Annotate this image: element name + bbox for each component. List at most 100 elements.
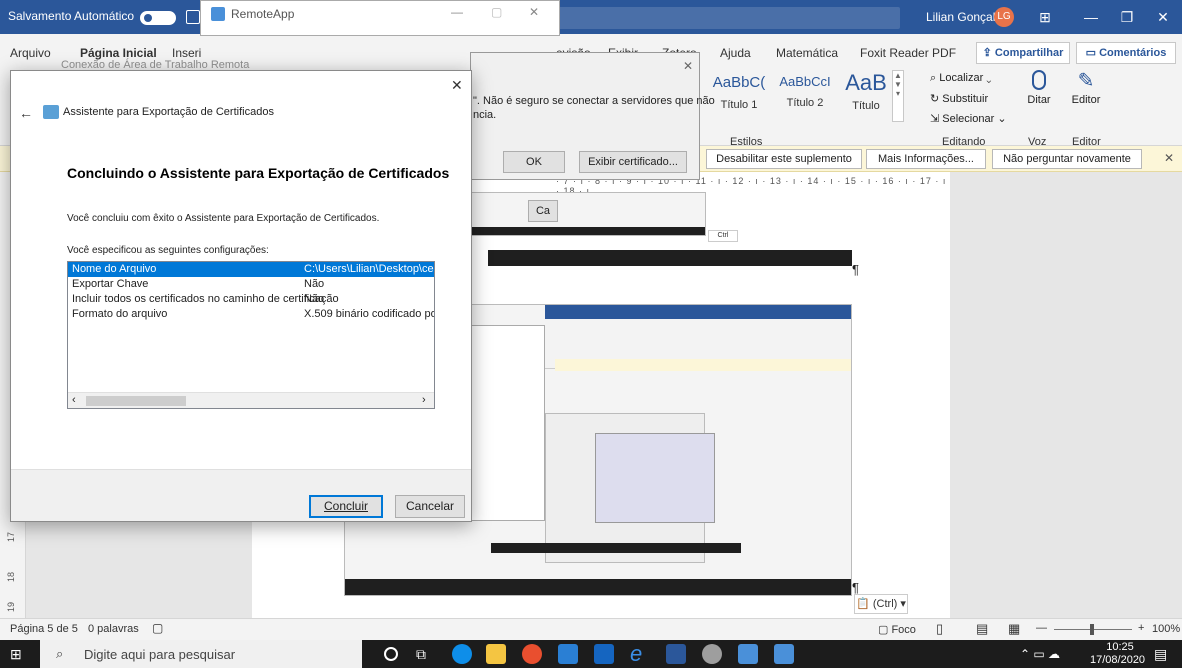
zoom-in-icon[interactable]: + xyxy=(1138,622,1144,634)
remote-desktop-icon[interactable] xyxy=(738,644,758,664)
disable-addin-button[interactable]: Desabilitar este suplemento xyxy=(706,149,862,169)
save-icon[interactable] xyxy=(186,10,200,24)
remoteapp-icon xyxy=(211,7,225,21)
finish-button[interactable]: Concluir xyxy=(309,495,383,518)
remote-app-icon[interactable] xyxy=(774,644,794,664)
remoteapp-maximize-icon[interactable]: ▢ xyxy=(491,5,502,19)
select-button[interactable]: ⇲ Selecionar ⌄ xyxy=(930,112,1007,125)
restore-icon[interactable]: ❐ xyxy=(1116,6,1138,28)
ruler-number: 18 xyxy=(6,571,17,583)
autosave-toggle[interactable] xyxy=(140,11,176,25)
back-arrow-icon[interactable]: ← xyxy=(19,105,33,121)
replace-button[interactable]: ↻ Substituir xyxy=(930,92,988,105)
ruler-number: 19 xyxy=(6,601,17,613)
rdp-partial-button[interactable]: Ca xyxy=(528,200,558,222)
screenshot-tool-icon[interactable] xyxy=(558,644,578,664)
word-count[interactable]: 0 palavras xyxy=(88,623,139,635)
rdp-ok-button[interactable]: OK xyxy=(503,151,565,173)
tab-foxit[interactable]: Foxit Reader PDF xyxy=(860,46,956,60)
mini-paste-chip: Ctrl xyxy=(708,230,738,242)
tab-ajuda[interactable]: Ajuda xyxy=(720,46,751,60)
view-certificate-button[interactable]: Exibir certificado... xyxy=(579,151,687,173)
word-taskbar-icon[interactable] xyxy=(666,644,686,664)
snipping-icon[interactable] xyxy=(702,644,722,664)
editor-label: Editor xyxy=(1071,94,1101,106)
wizard-close-icon[interactable]: ✕ xyxy=(451,77,463,94)
zoom-slider-thumb[interactable] xyxy=(1090,624,1094,635)
minimize-icon[interactable]: — xyxy=(1080,6,1102,28)
style-name: Título 1 xyxy=(720,99,758,111)
remote-connection-title: Conexão de Área de Trabalho Remota xyxy=(61,59,250,71)
settings-listbox[interactable]: Nome do Arquivo C:\Users\Lilian\Desktop\… xyxy=(67,261,435,409)
scroll-right-icon[interactable]: › xyxy=(422,394,426,406)
embedded-screenshot xyxy=(462,192,706,236)
avatar[interactable]: LG xyxy=(994,7,1014,27)
paragraph-mark: ¶ xyxy=(852,262,859,277)
list-item[interactable]: Formato do arquivo X.509 binário codific… xyxy=(68,307,434,322)
web-layout-icon[interactable]: ▦ xyxy=(1008,621,1020,637)
microphone-icon xyxy=(1032,70,1046,90)
clock-time[interactable]: 10:25 xyxy=(1100,641,1140,653)
taskbar-search-placeholder: Digite aqui para pesquisar xyxy=(84,647,236,662)
remoteapp-close-icon[interactable]: ✕ xyxy=(529,5,539,19)
close-bar-icon[interactable]: ✕ xyxy=(1164,151,1174,165)
more-info-button[interactable]: Mais Informações... xyxy=(866,149,986,169)
search-icon: ⌕ xyxy=(56,646,64,661)
close-icon[interactable]: ✕ xyxy=(1152,6,1174,28)
clock-date[interactable]: 17/08/2020 xyxy=(1090,654,1145,666)
tab-pagina-inicial[interactable]: Página Inicial xyxy=(80,46,157,60)
tab-inserir[interactable]: Inseri xyxy=(172,46,201,60)
list-item[interactable]: Exportar Chave Não xyxy=(68,277,434,292)
page-count[interactable]: Página 5 de 5 xyxy=(10,623,78,635)
dictate-button[interactable]: Ditar xyxy=(1024,70,1054,106)
certificate-icon xyxy=(43,105,59,119)
file-explorer-icon[interactable] xyxy=(486,644,506,664)
edge-icon[interactable] xyxy=(452,644,472,664)
style-titulo[interactable]: AaB Título xyxy=(840,70,892,124)
task-view-icon[interactable]: ⧉ xyxy=(416,646,426,663)
style-sample: AaBbCcI xyxy=(779,74,831,89)
remoteapp-window: RemoteApp — ▢ ✕ xyxy=(200,0,560,36)
tab-arquivo[interactable]: Arquivo xyxy=(10,46,51,60)
dont-ask-again-button[interactable]: Não perguntar novamente xyxy=(992,149,1142,169)
finish-label: Concluir xyxy=(323,499,368,513)
find-button[interactable]: ⌕ Localizar ⌄ xyxy=(930,72,992,85)
title-search-box[interactable] xyxy=(556,7,900,29)
system-tray-icons[interactable]: ⌃ ▭ ☁ xyxy=(1020,647,1060,661)
notification-icon[interactable]: ▤ xyxy=(1154,646,1167,663)
proofing-icon[interactable]: ▢ xyxy=(152,621,163,635)
windows-start-icon[interactable]: ⊞ xyxy=(10,647,26,661)
zoom-out-icon[interactable]: — xyxy=(1036,622,1047,634)
remoteapp-minimize-icon[interactable]: — xyxy=(451,5,463,19)
cancel-button[interactable]: Cancelar xyxy=(395,495,465,518)
paste-options-chip[interactable]: 📋 (Ctrl) ▾ xyxy=(854,594,908,614)
style-titulo-2[interactable]: AaBbCcI Título 2 xyxy=(772,74,838,124)
internet-explorer-icon[interactable]: e xyxy=(630,643,650,665)
certificate-export-wizard: Conexão de Área de Trabalho Remota ✕ ← A… xyxy=(10,59,472,522)
setting-name: Exportar Chave xyxy=(72,278,149,290)
share-button[interactable]: ⇪ Compartilhar xyxy=(976,42,1070,64)
read-mode-icon[interactable]: ▯ xyxy=(936,621,943,637)
taskbar-search-box[interactable]: ⌕ Digite aqui para pesquisar xyxy=(40,640,362,668)
focus-label: Foco xyxy=(891,624,916,636)
print-layout-icon[interactable]: ▤ xyxy=(976,621,988,637)
focus-button[interactable]: ▢ Foco xyxy=(878,623,916,636)
style-sample: AaB xyxy=(845,70,887,95)
scroll-left-icon[interactable]: ‹ xyxy=(72,394,76,406)
chrome-icon[interactable] xyxy=(522,644,542,664)
rdp-close-icon[interactable]: ✕ xyxy=(683,59,693,73)
style-titulo-1[interactable]: AaBbC( Título 1 xyxy=(708,74,770,124)
app-tile-icon[interactable] xyxy=(594,644,614,664)
ruler-number: 17 xyxy=(6,531,17,543)
editor-button[interactable]: ✎ Editor xyxy=(1066,70,1106,106)
cortana-icon[interactable] xyxy=(384,647,398,661)
scrollbar-thumb[interactable] xyxy=(86,396,186,406)
styles-scroll-chevron-icon[interactable]: ▲ ▼ ▾ xyxy=(892,70,904,122)
tab-matematica[interactable]: Matemática xyxy=(776,46,838,60)
horizontal-scrollbar[interactable]: ‹ › xyxy=(68,392,434,408)
comments-button[interactable]: ▭ Comentários xyxy=(1076,42,1176,64)
zoom-level[interactable]: 100% xyxy=(1152,623,1180,635)
list-item[interactable]: Nome do Arquivo C:\Users\Lilian\Desktop\… xyxy=(68,262,434,277)
list-item[interactable]: Incluir todos os certificados no caminho… xyxy=(68,292,434,307)
ribbon-display-icon[interactable]: ⊞ xyxy=(1034,6,1056,28)
